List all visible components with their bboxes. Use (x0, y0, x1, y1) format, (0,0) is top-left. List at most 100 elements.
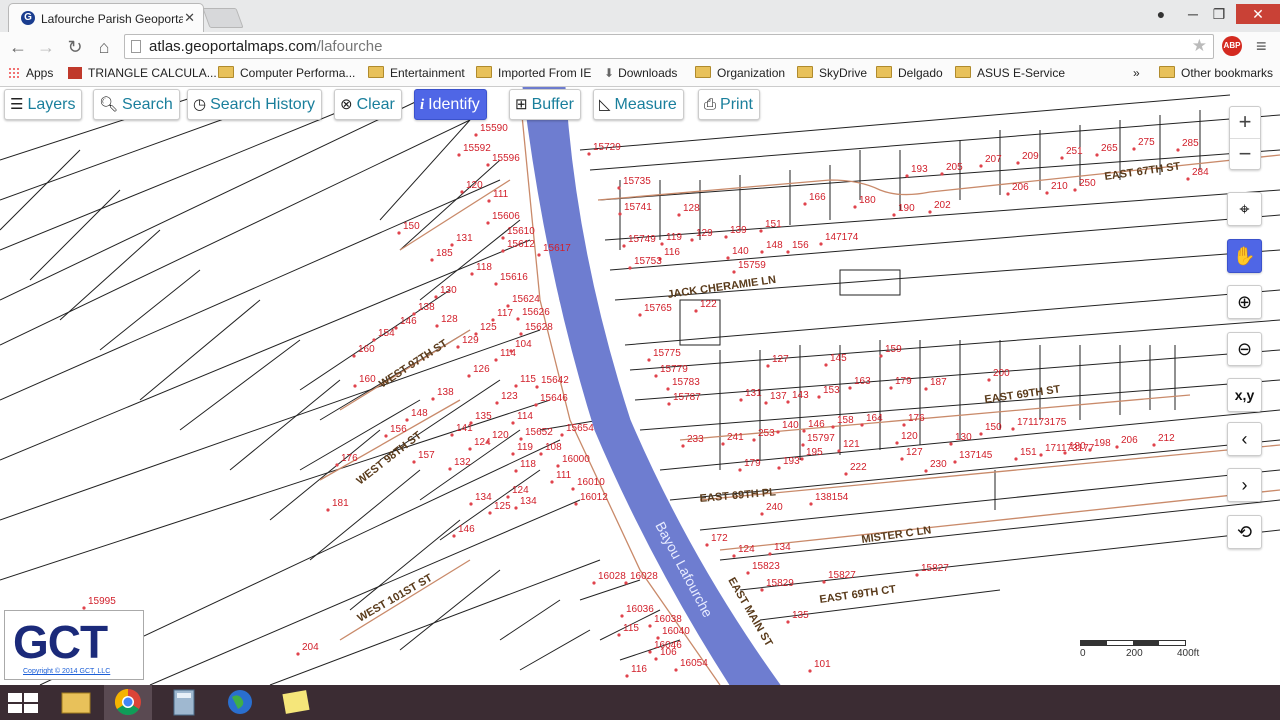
parcel-number-label[interactable]: 15775 (653, 348, 681, 359)
parcel-number-label[interactable]: 181 (332, 498, 349, 509)
parcel-number-label[interactable]: 16038 (654, 614, 682, 625)
parcel-number-label[interactable]: 116 (664, 247, 680, 258)
parcel-number-label[interactable]: 15783 (672, 377, 700, 388)
parcel-point[interactable] (979, 164, 983, 168)
parcel-number-label[interactable]: 124 (512, 485, 529, 496)
parcel-number-label[interactable]: 284 (1192, 167, 1209, 178)
parcel-number-label[interactable]: 15765 (644, 303, 672, 314)
parcel-point[interactable] (625, 674, 629, 678)
parcel-number-label[interactable]: 15616 (500, 272, 528, 283)
bookmark-organization[interactable]: Organization (695, 66, 785, 80)
parcel-point[interactable] (620, 614, 624, 618)
parcel-point[interactable] (587, 152, 591, 156)
parcel-point[interactable] (474, 133, 478, 137)
parcel-point[interactable] (1011, 427, 1015, 431)
parcel-number-label[interactable]: 128 (683, 203, 700, 214)
parcel-point[interactable] (889, 386, 893, 390)
parcel-point[interactable] (648, 624, 652, 628)
map-viewport[interactable]: Bayou Lafourche EAST MAIN ST EAST 67TH S… (0, 87, 1280, 685)
parcel-point[interactable] (537, 253, 541, 257)
parcel-point[interactable] (768, 552, 772, 556)
parcel-number-label[interactable]: 193 (783, 456, 800, 467)
parcel-point[interactable] (469, 502, 473, 506)
parcel-point[interactable] (739, 398, 743, 402)
parcel-number-label[interactable]: 122 (700, 299, 717, 310)
parcel-point[interactable] (760, 588, 764, 592)
parcel-point[interactable] (460, 190, 464, 194)
parcel-number-label[interactable]: 151 (1020, 447, 1037, 458)
menu-icon[interactable]: ≡ (1256, 36, 1267, 57)
parcel-number-label[interactable]: 275 (1138, 137, 1155, 148)
parcel-number-label[interactable]: 16040 (662, 626, 690, 637)
parcel-number-label[interactable]: 176 (908, 413, 925, 424)
parcel-number-label[interactable]: 241 (727, 432, 744, 443)
parcel-number-label[interactable]: 202 (934, 200, 951, 211)
parcel-point[interactable] (987, 378, 991, 382)
parcel-number-label[interactable]: 114 (517, 411, 533, 422)
parcel-point[interactable] (801, 443, 805, 447)
parcel-number-label[interactable]: 198 (1094, 438, 1111, 449)
parcel-number-label[interactable]: 233 (687, 434, 704, 445)
parcel-number-label[interactable]: 150 (985, 422, 1002, 433)
parcel-point[interactable] (501, 236, 505, 240)
adblock-icon[interactable]: ABP (1222, 36, 1242, 56)
parcel-number-label[interactable]: 135 (792, 610, 809, 621)
parcel-number-label[interactable]: 16054 (680, 658, 708, 669)
parcel-point[interactable] (809, 502, 813, 506)
parcel-number-label[interactable]: 124 (738, 544, 755, 555)
parcel-point[interactable] (746, 571, 750, 575)
parcel-point[interactable] (511, 452, 515, 456)
parcel-number-label[interactable]: 15592 (463, 143, 491, 154)
parcel-number-label[interactable]: 16028 (630, 571, 658, 582)
parcel-number-label[interactable]: 172 (711, 533, 728, 544)
parcel-point[interactable] (738, 468, 742, 472)
bookmark-skydrive[interactable]: SkyDrive (797, 66, 867, 80)
parcel-point[interactable] (430, 258, 434, 262)
parcel-point[interactable] (1115, 445, 1119, 449)
parcel-number-label[interactable]: 15590 (480, 123, 508, 134)
parcel-point[interactable] (539, 452, 543, 456)
parcel-point[interactable] (1060, 156, 1064, 160)
parcel-number-label[interactable]: 205 (946, 162, 963, 173)
parcel-number-label[interactable]: 210 (1051, 181, 1068, 192)
parcel-number-label[interactable]: 15652 (525, 427, 553, 438)
parcel-point[interactable] (450, 243, 454, 247)
parcel-number-label[interactable]: 15624 (512, 294, 540, 305)
parcel-point[interactable] (468, 447, 472, 451)
parcel-number-label[interactable]: 138 (418, 302, 435, 313)
parcel-point[interactable] (848, 386, 852, 390)
parcel-number-label[interactable]: 147174 (825, 232, 859, 243)
parcel-point[interactable] (654, 374, 658, 378)
parcel-point[interactable] (335, 463, 339, 467)
parcel-point[interactable] (353, 384, 357, 388)
parcel-number-label[interactable]: 114 (500, 348, 516, 359)
parcel-number-label[interactable]: 125 (494, 501, 511, 512)
parcel-point[interactable] (506, 495, 510, 499)
parcel-point[interactable] (732, 270, 736, 274)
measure-button[interactable]: ◺ Measure (593, 89, 684, 120)
layers-button[interactable]: ☰ Layers (4, 89, 83, 120)
identify-button[interactable]: i Identify (414, 89, 487, 120)
parcel-point[interactable] (674, 668, 678, 672)
parcel-number-label[interactable]: 171173175 (1017, 417, 1067, 428)
parcel-point[interactable] (690, 238, 694, 242)
parcel-number-label[interactable]: 166 (809, 192, 826, 203)
parcel-number-label[interactable]: 153 (823, 385, 840, 396)
locate-button[interactable]: ⌖ (1227, 192, 1262, 226)
parcel-number-label[interactable]: 129 (462, 335, 479, 346)
parcel-number-label[interactable]: 206 (1121, 435, 1138, 446)
parcel-number-label[interactable]: 15626 (522, 307, 550, 318)
parcel-point[interactable] (488, 511, 492, 515)
parcel-number-label[interactable]: 143 (792, 390, 809, 401)
parcel-number-label[interactable]: 135 (475, 411, 492, 422)
parcel-point[interactable] (372, 338, 376, 342)
sticky-notes-taskbar-icon[interactable] (272, 685, 320, 720)
parcel-number-label[interactable]: 15642 (541, 375, 569, 386)
parcel-point[interactable] (705, 543, 709, 547)
parcel-point[interactable] (1016, 161, 1020, 165)
parcel-point[interactable] (694, 309, 698, 313)
parcel-point[interactable] (760, 512, 764, 516)
parcel-point[interactable] (900, 457, 904, 461)
maximize-icon[interactable]: ❐ (1204, 4, 1234, 24)
parcel-number-label[interactable]: 185 (436, 248, 453, 259)
